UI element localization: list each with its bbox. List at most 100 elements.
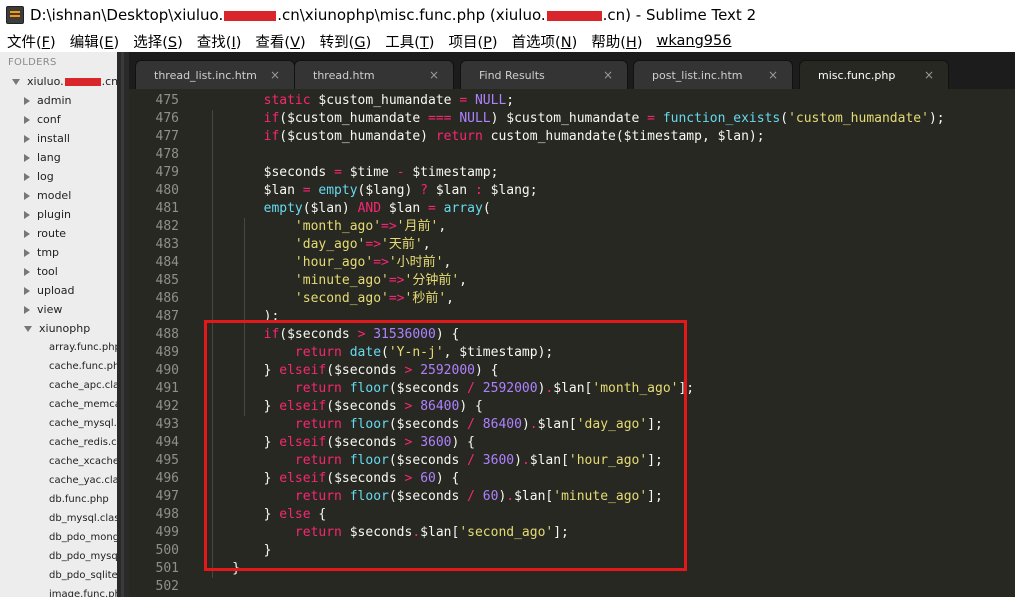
code-token: 60: [420, 471, 436, 486]
sidebar-file[interactable]: db.func.php: [49, 490, 117, 509]
code-token: return: [435, 129, 483, 144]
code-line[interactable]: $seconds = $time - $timestamp;: [201, 164, 499, 182]
code-line[interactable]: } else {: [201, 506, 327, 524]
sidebar-splitter[interactable]: [117, 52, 129, 597]
tab-thread-list-inc-htm[interactable]: thread_list.inc.htm ×: [135, 60, 295, 89]
sidebar-folder-route[interactable]: route: [24, 224, 66, 243]
redaction-mark: [546, 10, 602, 21]
sidebar-file[interactable]: cache.func.php: [49, 357, 117, 376]
collapse-arrow-icon[interactable]: [24, 154, 30, 162]
sidebar-folder-conf[interactable]: conf: [24, 110, 61, 129]
code-line[interactable]: );: [201, 308, 280, 326]
sidebar-folder-lang[interactable]: lang: [24, 148, 61, 167]
sidebar-file[interactable]: cache_memcached.class.php: [49, 395, 117, 414]
sidebar-folder-install[interactable]: install: [24, 129, 70, 148]
code-line[interactable]: } elseif($seconds > 60) {: [201, 470, 460, 488]
collapse-arrow-icon[interactable]: [24, 249, 30, 257]
close-icon[interactable]: ×: [270, 61, 280, 90]
menu-item-h[interactable]: 帮助(H): [584, 31, 649, 52]
menu-item-p[interactable]: 项目(P): [441, 31, 504, 52]
collapse-arrow-icon[interactable]: [24, 230, 30, 238]
code-line[interactable]: 'minute_ago'=>'分钟前',: [201, 272, 467, 290]
code-line[interactable]: if($custom_humandate) return custom_huma…: [201, 128, 765, 146]
code-line[interactable]: empty($lan) AND $lan = array(: [201, 200, 491, 218]
code-line[interactable]: return floor($seconds / 60).$lan['minute…: [201, 488, 663, 506]
collapse-arrow-icon[interactable]: [24, 135, 30, 143]
code-line[interactable]: 'hour_ago'=>'小时前',: [201, 254, 451, 272]
sidebar-folder-upload[interactable]: upload: [24, 281, 74, 300]
collapse-arrow-icon[interactable]: [24, 306, 30, 314]
close-icon[interactable]: ×: [768, 61, 778, 90]
code-line[interactable]: } elseif($seconds > 2592000) {: [201, 362, 499, 380]
tab-misc-func-php[interactable]: misc.func.php ×: [799, 60, 949, 89]
code-line[interactable]: return floor($seconds / 3600).$lan['hour…: [201, 452, 663, 470]
close-icon[interactable]: ×: [603, 61, 613, 90]
code-line[interactable]: 'day_ago'=>'天前',: [201, 236, 431, 254]
menu-item-t[interactable]: 工具(T): [378, 31, 441, 52]
menu-item-i[interactable]: 查找(I): [190, 31, 249, 52]
code-line[interactable]: return floor($seconds / 86400).$lan['day…: [201, 416, 663, 434]
collapse-arrow-icon[interactable]: [24, 173, 30, 181]
sidebar-file[interactable]: cache_mysql.class.php: [49, 414, 117, 433]
sidebar-file[interactable]: db_mysql.class.php: [49, 509, 117, 528]
expand-arrow-icon[interactable]: [12, 79, 20, 85]
code-line[interactable]: } elseif($seconds > 3600) {: [201, 434, 475, 452]
code-line[interactable]: 'month_ago'=>'月前',: [201, 218, 446, 236]
sidebar-folder-view[interactable]: view: [24, 300, 62, 319]
sidebar-file[interactable]: image.func.php: [49, 585, 117, 597]
code-line[interactable]: return floor($seconds / 2592000).$lan['m…: [201, 380, 694, 398]
collapse-arrow-icon[interactable]: [24, 211, 30, 219]
sidebar-root-folder[interactable]: xiuluo. .cn: [12, 72, 117, 91]
menu-item-s[interactable]: 选择(S): [126, 31, 190, 52]
sidebar-file[interactable]: db_pdo_mongodb.class.php: [49, 528, 117, 547]
code-line[interactable]: return $seconds.$lan['second_ago'];: [201, 524, 569, 542]
sidebar-file[interactable]: cache_yac.class.php: [49, 471, 117, 490]
sidebar-file[interactable]: db_pdo_sqlite.class.php: [49, 566, 117, 585]
folder-name: log: [37, 170, 54, 183]
code-line[interactable]: }: [201, 542, 272, 560]
code-line[interactable]: 'second_ago'=>'秒前',: [201, 290, 454, 308]
code-line[interactable]: if($seconds > 31536000) {: [201, 326, 460, 344]
expand-arrow-icon[interactable]: [24, 326, 32, 332]
code-line[interactable]: if($custom_humandate === NULL) $custom_h…: [201, 110, 945, 128]
menu-item-v[interactable]: 查看(V): [248, 31, 312, 52]
menu-user-link[interactable]: wkang956: [650, 33, 739, 49]
collapse-arrow-icon[interactable]: [24, 192, 30, 200]
sidebar-folder-admin[interactable]: admin: [24, 91, 71, 110]
sidebar-folder-plugin[interactable]: plugin: [24, 205, 71, 224]
sidebar-folder-xiunophp[interactable]: xiunophp: [24, 319, 90, 338]
sidebar-file[interactable]: cache_apc.class.php: [49, 376, 117, 395]
collapse-arrow-icon[interactable]: [24, 268, 30, 276]
sidebar-folder-log[interactable]: log: [24, 167, 54, 186]
sidebar-file[interactable]: cache_xcache.class.php: [49, 452, 117, 471]
code-line[interactable]: static $custom_humandate = NULL;: [201, 92, 514, 110]
sidebar-file[interactable]: cache_redis.class.php: [49, 433, 117, 452]
close-icon[interactable]: ×: [429, 61, 439, 90]
menu-item-g[interactable]: 转到(G): [313, 31, 379, 52]
sidebar-file[interactable]: db_pdo_mysql.class.php: [49, 547, 117, 566]
sidebar-folder-tmp[interactable]: tmp: [24, 243, 59, 262]
menu-item-e[interactable]: 编辑(E): [63, 31, 127, 52]
menu-item-n[interactable]: 首选项(N): [505, 31, 585, 52]
code-editor[interactable]: 475 static $custom_humandate = NULL; 476 …: [129, 89, 1015, 597]
sidebar-folder-tool[interactable]: tool: [24, 262, 58, 281]
menu-item-f[interactable]: 文件(F): [0, 31, 63, 52]
code-token: .: [506, 489, 515, 504]
code-line[interactable]: $lan = empty($lang) ? $lan : $lang;: [201, 182, 538, 200]
collapse-arrow-icon[interactable]: [24, 116, 30, 124]
collapse-arrow-icon[interactable]: [24, 97, 30, 105]
close-icon[interactable]: ×: [924, 61, 934, 90]
code-line[interactable]: } elseif($seconds > 86400) {: [201, 398, 483, 416]
code-line[interactable]: }: [201, 560, 240, 578]
line-number: 496: [155, 471, 179, 486]
tab-post-list-inc-htm[interactable]: post_list.inc.htm ×: [633, 60, 793, 89]
code-token: ) $custom_humandate: [490, 111, 648, 126]
sidebar-folder-model[interactable]: model: [24, 186, 71, 205]
tab-thread-htm[interactable]: thread.htm ×: [294, 60, 454, 89]
tab-find-results[interactable]: Find Results ×: [460, 60, 628, 89]
collapse-arrow-icon[interactable]: [24, 287, 30, 295]
sidebar-file[interactable]: array.func.php: [49, 338, 117, 357]
code-line[interactable]: return date('Y-n-j', $timestamp);: [201, 344, 553, 362]
